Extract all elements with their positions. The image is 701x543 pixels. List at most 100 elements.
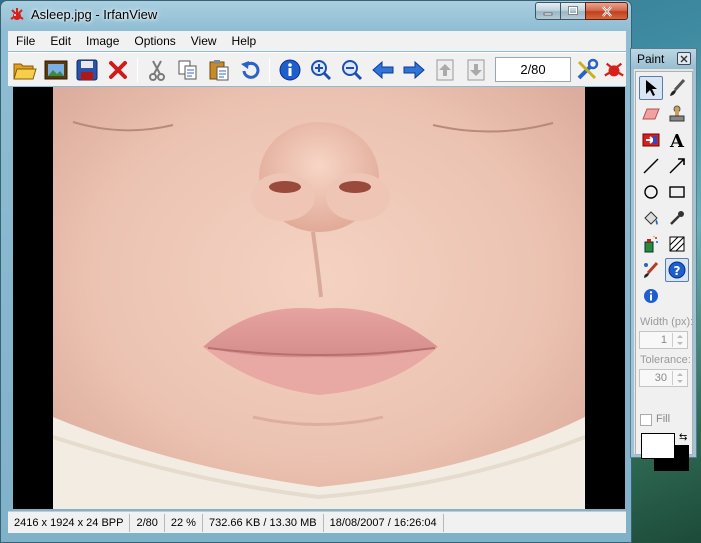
arrow-right-icon [403, 60, 425, 80]
first-page-button[interactable] [432, 57, 458, 83]
delete-x-icon [109, 61, 127, 79]
cursor-arrow-icon [646, 80, 657, 96]
last-page-button[interactable] [463, 57, 489, 83]
paint-tool-window: Paint A ? Width (px): 1 Tolerance: 30 Fi… [630, 48, 697, 471]
color-picker-tool[interactable] [665, 206, 689, 230]
filmstrip-icon [44, 60, 68, 80]
menu-help[interactable]: Help [224, 34, 264, 48]
previous-button[interactable] [370, 57, 396, 83]
menu-view[interactable]: View [183, 34, 224, 48]
arrow-line-tool[interactable] [665, 154, 689, 178]
hatch-pattern-icon [669, 236, 685, 252]
selection-tool[interactable] [639, 76, 663, 100]
brush-icon [670, 79, 686, 96]
paint-close-button[interactable] [677, 52, 691, 65]
irfanview-window: Asleep.jpg - IrfanView File Edit Image O… [0, 0, 632, 543]
menu-image[interactable]: Image [78, 34, 126, 48]
undo-arrow-icon [241, 61, 260, 79]
minimize-button[interactable] [535, 2, 561, 20]
pattern-tool[interactable] [665, 232, 689, 256]
paint-tools-panel: A ? Width (px): 1 Tolerance: 30 Fill ⇆ [635, 71, 694, 471]
paint-title-bar[interactable]: Paint [631, 49, 696, 69]
arrow-line-icon [669, 158, 685, 174]
close-button[interactable] [585, 2, 628, 20]
help-tool[interactable]: ? [665, 258, 689, 282]
irfanview-about-button[interactable] [603, 57, 625, 83]
foreground-color-swatch[interactable] [641, 433, 675, 459]
line-icon [643, 158, 659, 174]
info-button[interactable] [277, 57, 303, 83]
width-value: 1 [660, 334, 667, 346]
open-button[interactable] [12, 57, 38, 83]
zoom-in-button[interactable] [308, 57, 334, 83]
red-eye-tool[interactable] [639, 128, 663, 152]
slideshow-button[interactable] [43, 57, 69, 83]
help-question-icon: ? [668, 261, 686, 279]
paste-button[interactable] [206, 57, 232, 83]
red-eye-icon [642, 133, 660, 147]
cut-button[interactable] [144, 57, 170, 83]
zoom-in-icon [311, 60, 332, 81]
minimize-icon [543, 12, 553, 16]
first-page-icon [436, 59, 454, 81]
retouch-brush-icon [644, 261, 659, 278]
irfanview-logo-icon [604, 62, 624, 77]
menu-file[interactable]: File [8, 34, 42, 48]
menu-options[interactable]: Options [126, 34, 182, 48]
line-tool[interactable] [639, 154, 663, 178]
image-viewport[interactable] [13, 87, 625, 509]
status-page: 2/80 [130, 513, 165, 532]
retouch-tool[interactable] [639, 258, 663, 282]
zoom-out-button[interactable] [339, 57, 365, 83]
rectangle-tool[interactable] [665, 180, 689, 204]
menu-bar: File Edit Image Options View Help [8, 31, 626, 51]
maximize-button[interactable] [560, 2, 586, 20]
info-icon [279, 59, 301, 81]
circle-tool[interactable] [639, 180, 663, 204]
irfanview-app-icon[interactable] [9, 7, 25, 23]
scissors-icon [149, 60, 165, 81]
copy-icon [178, 60, 197, 80]
spray-tool[interactable] [639, 232, 663, 256]
title-bar[interactable]: Asleep.jpg - IrfanView [1, 1, 631, 29]
fill-checkbox[interactable] [640, 414, 652, 426]
tolerance-label: Tolerance: [640, 354, 691, 366]
circle-icon [644, 185, 658, 199]
save-button[interactable] [74, 57, 100, 83]
copy-button[interactable] [175, 57, 201, 83]
text-tool[interactable]: A [665, 128, 689, 152]
fill-bucket-tool[interactable] [639, 206, 663, 230]
spinner-arrows-icon[interactable] [672, 371, 686, 385]
about-paint-button[interactable] [639, 284, 663, 308]
stamp-icon [669, 105, 685, 122]
next-button[interactable] [401, 57, 427, 83]
status-zoom: 22 % [165, 513, 203, 532]
brush-tool[interactable] [665, 76, 689, 100]
paste-clipboard-icon [209, 60, 229, 81]
paint-title: Paint [637, 52, 665, 66]
close-icon [680, 55, 688, 62]
menu-edit[interactable]: Edit [42, 34, 78, 48]
undo-button[interactable] [237, 57, 263, 83]
status-bar: 2416 x 1924 x 24 BPP 2/80 22 % 732.66 KB… [8, 511, 626, 533]
zoom-out-icon [342, 60, 363, 81]
width-label: Width (px): [640, 316, 694, 328]
delete-button[interactable] [105, 57, 131, 83]
swap-colors-icon[interactable]: ⇆ [679, 432, 687, 443]
settings-button[interactable] [574, 57, 600, 83]
arrow-left-icon [372, 60, 394, 80]
eraser-tool[interactable] [639, 102, 663, 126]
info-icon [644, 289, 658, 303]
tools-icon [577, 58, 599, 80]
last-page-icon [467, 59, 485, 81]
page-counter-field[interactable]: 2/80 [495, 57, 571, 82]
clone-stamp-tool[interactable] [665, 102, 689, 126]
status-file-size: 732.66 KB / 13.30 MB [203, 513, 324, 532]
spray-can-icon [644, 235, 658, 253]
tolerance-spinner[interactable]: 30 [639, 369, 688, 387]
text-a-icon: A [669, 131, 685, 149]
baby-face-photo [53, 87, 585, 509]
width-spinner[interactable]: 1 [639, 331, 688, 349]
window-title: Asleep.jpg - IrfanView [31, 7, 158, 22]
spinner-arrows-icon[interactable] [672, 333, 686, 347]
